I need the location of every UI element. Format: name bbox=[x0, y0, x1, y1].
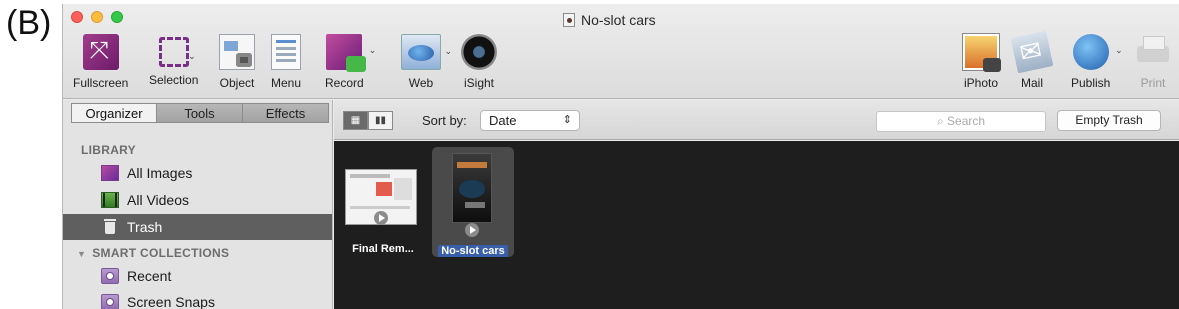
selection-icon: ⌄ bbox=[158, 37, 196, 67]
chevron-down-icon: ⌄ bbox=[1115, 45, 1123, 55]
sidebar-item-label: All Images bbox=[127, 165, 193, 181]
menu-button[interactable]: Menu bbox=[271, 34, 301, 90]
record-button[interactable]: ⌄ Record bbox=[325, 34, 376, 90]
grid-view-icon[interactable]: ▦ bbox=[343, 111, 368, 130]
up-down-chevron-icon: ⇕ bbox=[562, 114, 572, 126]
web-label: Web bbox=[408, 76, 434, 90]
menu-label: Menu bbox=[271, 76, 302, 90]
tab-organizer[interactable]: Organizer bbox=[71, 103, 157, 123]
publish-button[interactable]: ⌄ Publish bbox=[1071, 34, 1123, 90]
sidebar-item-recent[interactable]: Recent bbox=[63, 263, 332, 289]
printer-icon bbox=[1135, 34, 1171, 70]
minimize-window-button[interactable] bbox=[91, 11, 103, 23]
content-toolbar: ▦ ▮▮ Sort by: Date ⇕ ⌕ Search Empty Tras… bbox=[334, 100, 1179, 140]
empty-trash-button[interactable]: Empty Trash bbox=[1057, 110, 1161, 131]
smart-collections-header[interactable]: ▼ SMART COLLECTIONS bbox=[77, 246, 229, 260]
media-item[interactable]: Final Rem... bbox=[342, 149, 424, 259]
print-button[interactable]: Print bbox=[1135, 34, 1171, 90]
record-label: Record bbox=[325, 76, 364, 90]
panel-label: (B) bbox=[6, 4, 52, 42]
mail-icon bbox=[1010, 30, 1054, 74]
sidebar-item-trash[interactable]: Trash bbox=[63, 214, 332, 240]
isight-camera-icon bbox=[461, 34, 497, 70]
chevron-down-icon: ⌄ bbox=[444, 46, 452, 56]
media-item-label: Final Rem... bbox=[352, 243, 414, 255]
chevron-down-icon: ⌄ bbox=[188, 51, 196, 61]
selection-button[interactable]: ⌄ Selection bbox=[149, 34, 198, 87]
sidebar-item-label: Screen Snaps bbox=[127, 294, 215, 309]
close-window-button[interactable] bbox=[71, 11, 83, 23]
smart-collections-label: SMART COLLECTIONS bbox=[92, 246, 230, 260]
media-item-label: No-slot cars bbox=[432, 245, 514, 257]
sort-select[interactable]: Date ⇕ bbox=[480, 110, 580, 131]
zoom-window-button[interactable] bbox=[111, 11, 123, 23]
view-toggle: ▦ ▮▮ bbox=[343, 111, 393, 130]
chevron-down-icon: ⌄ bbox=[368, 45, 377, 55]
media-item-label-text: No-slot cars bbox=[438, 245, 508, 257]
object-label: Object bbox=[219, 76, 255, 90]
media-grid: Final Rem... No-slot cars bbox=[334, 141, 1179, 309]
library-header: LIBRARY bbox=[81, 143, 136, 157]
iphoto-icon bbox=[963, 34, 1001, 72]
object-icon bbox=[219, 34, 255, 70]
tab-tools[interactable]: Tools bbox=[157, 103, 243, 123]
trash-icon bbox=[101, 219, 119, 235]
sidebar-tabs: Organizer Tools Effects bbox=[71, 103, 329, 123]
sidebar-item-label: Recent bbox=[127, 268, 172, 284]
filmstrip-view-icon[interactable]: ▮▮ bbox=[368, 111, 393, 130]
sidebar-item-label: All Videos bbox=[127, 192, 190, 208]
sidebar-item-all-videos[interactable]: All Videos bbox=[63, 187, 332, 213]
tab-effects[interactable]: Effects bbox=[243, 103, 329, 123]
mail-button[interactable]: Mail bbox=[1010, 30, 1054, 90]
sort-select-value: Date bbox=[489, 113, 517, 128]
images-icon bbox=[101, 165, 119, 181]
play-icon bbox=[374, 211, 388, 225]
web-button[interactable]: ⌄ Web bbox=[401, 34, 452, 90]
menu-icon bbox=[271, 34, 302, 70]
selection-label: Selection bbox=[149, 73, 199, 87]
search-input[interactable]: ⌕ Search bbox=[876, 111, 1046, 132]
print-label: Print bbox=[1140, 76, 1166, 90]
document-icon bbox=[563, 13, 575, 27]
toolbar: No-slot cars Fullscreen ⌄ Selection Obje… bbox=[63, 4, 1179, 99]
sidebar: Organizer Tools Effects LIBRARY All Imag… bbox=[63, 100, 333, 309]
isight-button[interactable]: iSight bbox=[461, 34, 497, 90]
search-icon: ⌕ bbox=[936, 114, 948, 128]
sidebar-item-screen-snaps[interactable]: Screen Snaps bbox=[63, 289, 332, 309]
app-window: No-slot cars Fullscreen ⌄ Selection Obje… bbox=[62, 4, 1179, 309]
sidebar-item-all-images[interactable]: All Images bbox=[63, 160, 332, 186]
videos-icon bbox=[101, 192, 119, 208]
mail-label: Mail bbox=[1020, 76, 1043, 90]
disclosure-triangle-icon: ▼ bbox=[77, 249, 87, 259]
web-icon: ⌄ bbox=[401, 34, 452, 70]
fullscreen-label: Fullscreen bbox=[73, 76, 129, 90]
sidebar-item-label: Trash bbox=[127, 219, 163, 235]
sort-by-label: Sort by: bbox=[422, 113, 467, 128]
content-area: ▦ ▮▮ Sort by: Date ⇕ ⌕ Search Empty Tras… bbox=[334, 100, 1179, 309]
smart-folder-icon bbox=[101, 294, 119, 309]
fullscreen-icon bbox=[82, 34, 119, 70]
publish-globe-icon: ⌄ bbox=[1072, 34, 1123, 70]
window-title: No-slot cars bbox=[563, 12, 656, 28]
isight-label: iSight bbox=[463, 76, 495, 90]
smart-folder-icon bbox=[101, 268, 119, 284]
iphoto-button[interactable]: iPhoto bbox=[963, 34, 1001, 90]
object-button[interactable]: Object bbox=[219, 34, 255, 90]
iphoto-label: iPhoto bbox=[963, 76, 999, 90]
thumbnail-image bbox=[452, 153, 492, 223]
publish-label: Publish bbox=[1071, 76, 1111, 90]
fullscreen-button[interactable]: Fullscreen bbox=[73, 34, 128, 90]
search-placeholder: Search bbox=[947, 114, 986, 128]
media-item-selected[interactable]: No-slot cars bbox=[432, 147, 514, 257]
window-title-text: No-slot cars bbox=[581, 12, 656, 28]
record-icon: ⌄ bbox=[326, 34, 376, 72]
play-icon bbox=[465, 223, 479, 237]
